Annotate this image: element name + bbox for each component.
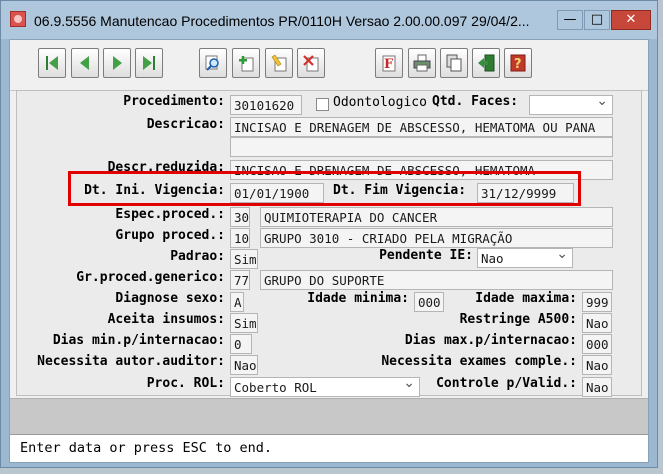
aceita-insumos-label: Aceita insumos: [107,312,225,327]
controle-valid-label: Controle p/Valid.: [436,376,577,391]
proc-rol-dropdown[interactable]: Coberto ROL [230,377,420,397]
last-icon [143,56,155,70]
close-button[interactable]: ✕ [611,10,651,30]
dias-max-internacao-field[interactable]: 000 [582,334,612,354]
idade-maxima-label: Idade maxima: [475,291,577,306]
idade-minima-label: Idade minima: [307,291,409,306]
pendente-ie-dropdown[interactable]: Nao [477,248,573,268]
goto-search-button[interactable] [199,48,227,78]
gr-proced-generico-desc: GRUPO DO SUPORTE [260,270,613,290]
qtd-faces-dropdown[interactable] [529,95,613,115]
procedimento-field[interactable]: 30101620 [230,95,302,115]
delete-icon [303,55,319,72]
aceita-insumos-field[interactable]: Sim [230,313,258,333]
padrao-field[interactable]: Sim [230,249,258,269]
maximize-button[interactable]: □ [584,10,610,30]
help-button[interactable]: ? [504,48,532,78]
minimize-button[interactable]: — [557,10,583,30]
pendente-ie-label: Pendente IE: [379,248,473,263]
previous-icon [80,56,89,70]
copy-icon [446,54,462,72]
printer-icon [413,54,431,72]
exit-icon [478,54,495,72]
add-record-button[interactable] [232,48,260,78]
idade-minima-field[interactable]: 000 [414,292,444,312]
grupo-proced-desc: GRUPO 3010 - CRIADO PELA MIGRAÇÃO [260,228,613,248]
diagnose-sexo-field[interactable]: A [230,292,244,312]
first-icon [46,56,58,70]
diagnose-sexo-label: Diagnose sexo: [115,291,225,306]
help-icon: ? [510,54,526,72]
status-bar: Enter data or press ESC to end. [10,434,648,462]
descricao-label: Descricao: [146,117,225,132]
espec-proced-desc: QUIMIOTERAPIA DO CANCER [260,207,613,227]
gr-proced-generico-label: Gr.proced.generico: [76,270,225,285]
application-window: 06.9.5556 Manutencao Procedimentos PR/01… [0,0,658,468]
pencil-icon [271,54,287,72]
copy-button[interactable] [440,48,468,78]
descricao-field-line2[interactable] [230,137,613,157]
next-record-button[interactable] [103,48,131,78]
grupo-proced-code[interactable]: 10 [230,228,250,248]
edit-record-button[interactable] [265,48,293,78]
vigencia-highlight-box [68,171,581,206]
necessita-exames-label: Necessita exames comple.: [381,354,577,369]
procedure-form: Procedimento: 30101620 Odontologico Qtd.… [16,90,642,397]
app-icon [10,11,26,27]
toolbar: F ? [10,40,648,91]
gr-proced-generico-code[interactable]: 77 [230,270,250,290]
window-client-area: F ? Procedimento: 30101620 Odontologico … [9,39,649,463]
proc-rol-label: Proc. ROL: [146,376,225,391]
svg-text:F: F [384,57,394,72]
print-button[interactable] [408,48,436,78]
magnifier-icon [205,55,219,71]
necessita-autor-auditor-label: Necessita autor.auditor: [37,354,225,369]
qtd-faces-label: Qtd. Faces: [432,94,519,109]
grupo-proced-label: Grupo proced.: [115,228,225,243]
espec-proced-label: Espec.proced.: [115,207,225,222]
controle-valid-field[interactable]: Nao [582,377,612,397]
add-icon [239,56,254,72]
dias-min-internacao-label: Dias min.p/internacao: [52,333,225,348]
restringe-a500-label: Restringe A500: [459,312,577,327]
last-record-button[interactable] [135,48,163,78]
first-record-button[interactable] [38,48,66,78]
necessita-autor-auditor-field[interactable]: Nao [230,355,258,375]
svg-text:?: ? [514,57,522,72]
filter-button[interactable]: F [375,48,403,78]
previous-record-button[interactable] [71,48,99,78]
padrao-label: Padrao: [170,249,225,264]
odontologico-label: Odontologico [333,95,427,110]
title-bar[interactable]: 06.9.5556 Manutencao Procedimentos PR/01… [1,1,657,39]
idade-maxima-field[interactable]: 999 [582,292,612,312]
next-icon [113,56,122,70]
delete-record-button[interactable] [297,48,325,78]
window-title: 06.9.5556 Manutencao Procedimentos PR/01… [34,13,530,29]
odontologico-checkbox[interactable] [316,98,329,111]
procedimento-label: Procedimento: [123,94,225,109]
necessita-exames-field[interactable]: Nao [582,355,612,375]
filter-icon: F [382,55,396,72]
dias-min-internacao-field[interactable]: 0 [230,334,252,354]
descricao-field-line1[interactable]: INCISAO E DRENAGEM DE ABSCESSO, HEMATOMA… [230,117,613,137]
restringe-a500-field[interactable]: Nao [582,313,612,333]
button-area [10,398,648,435]
exit-button[interactable] [472,48,500,78]
espec-proced-code[interactable]: 30 [230,207,250,227]
dias-max-internacao-label: Dias max.p/internacao: [404,333,577,348]
